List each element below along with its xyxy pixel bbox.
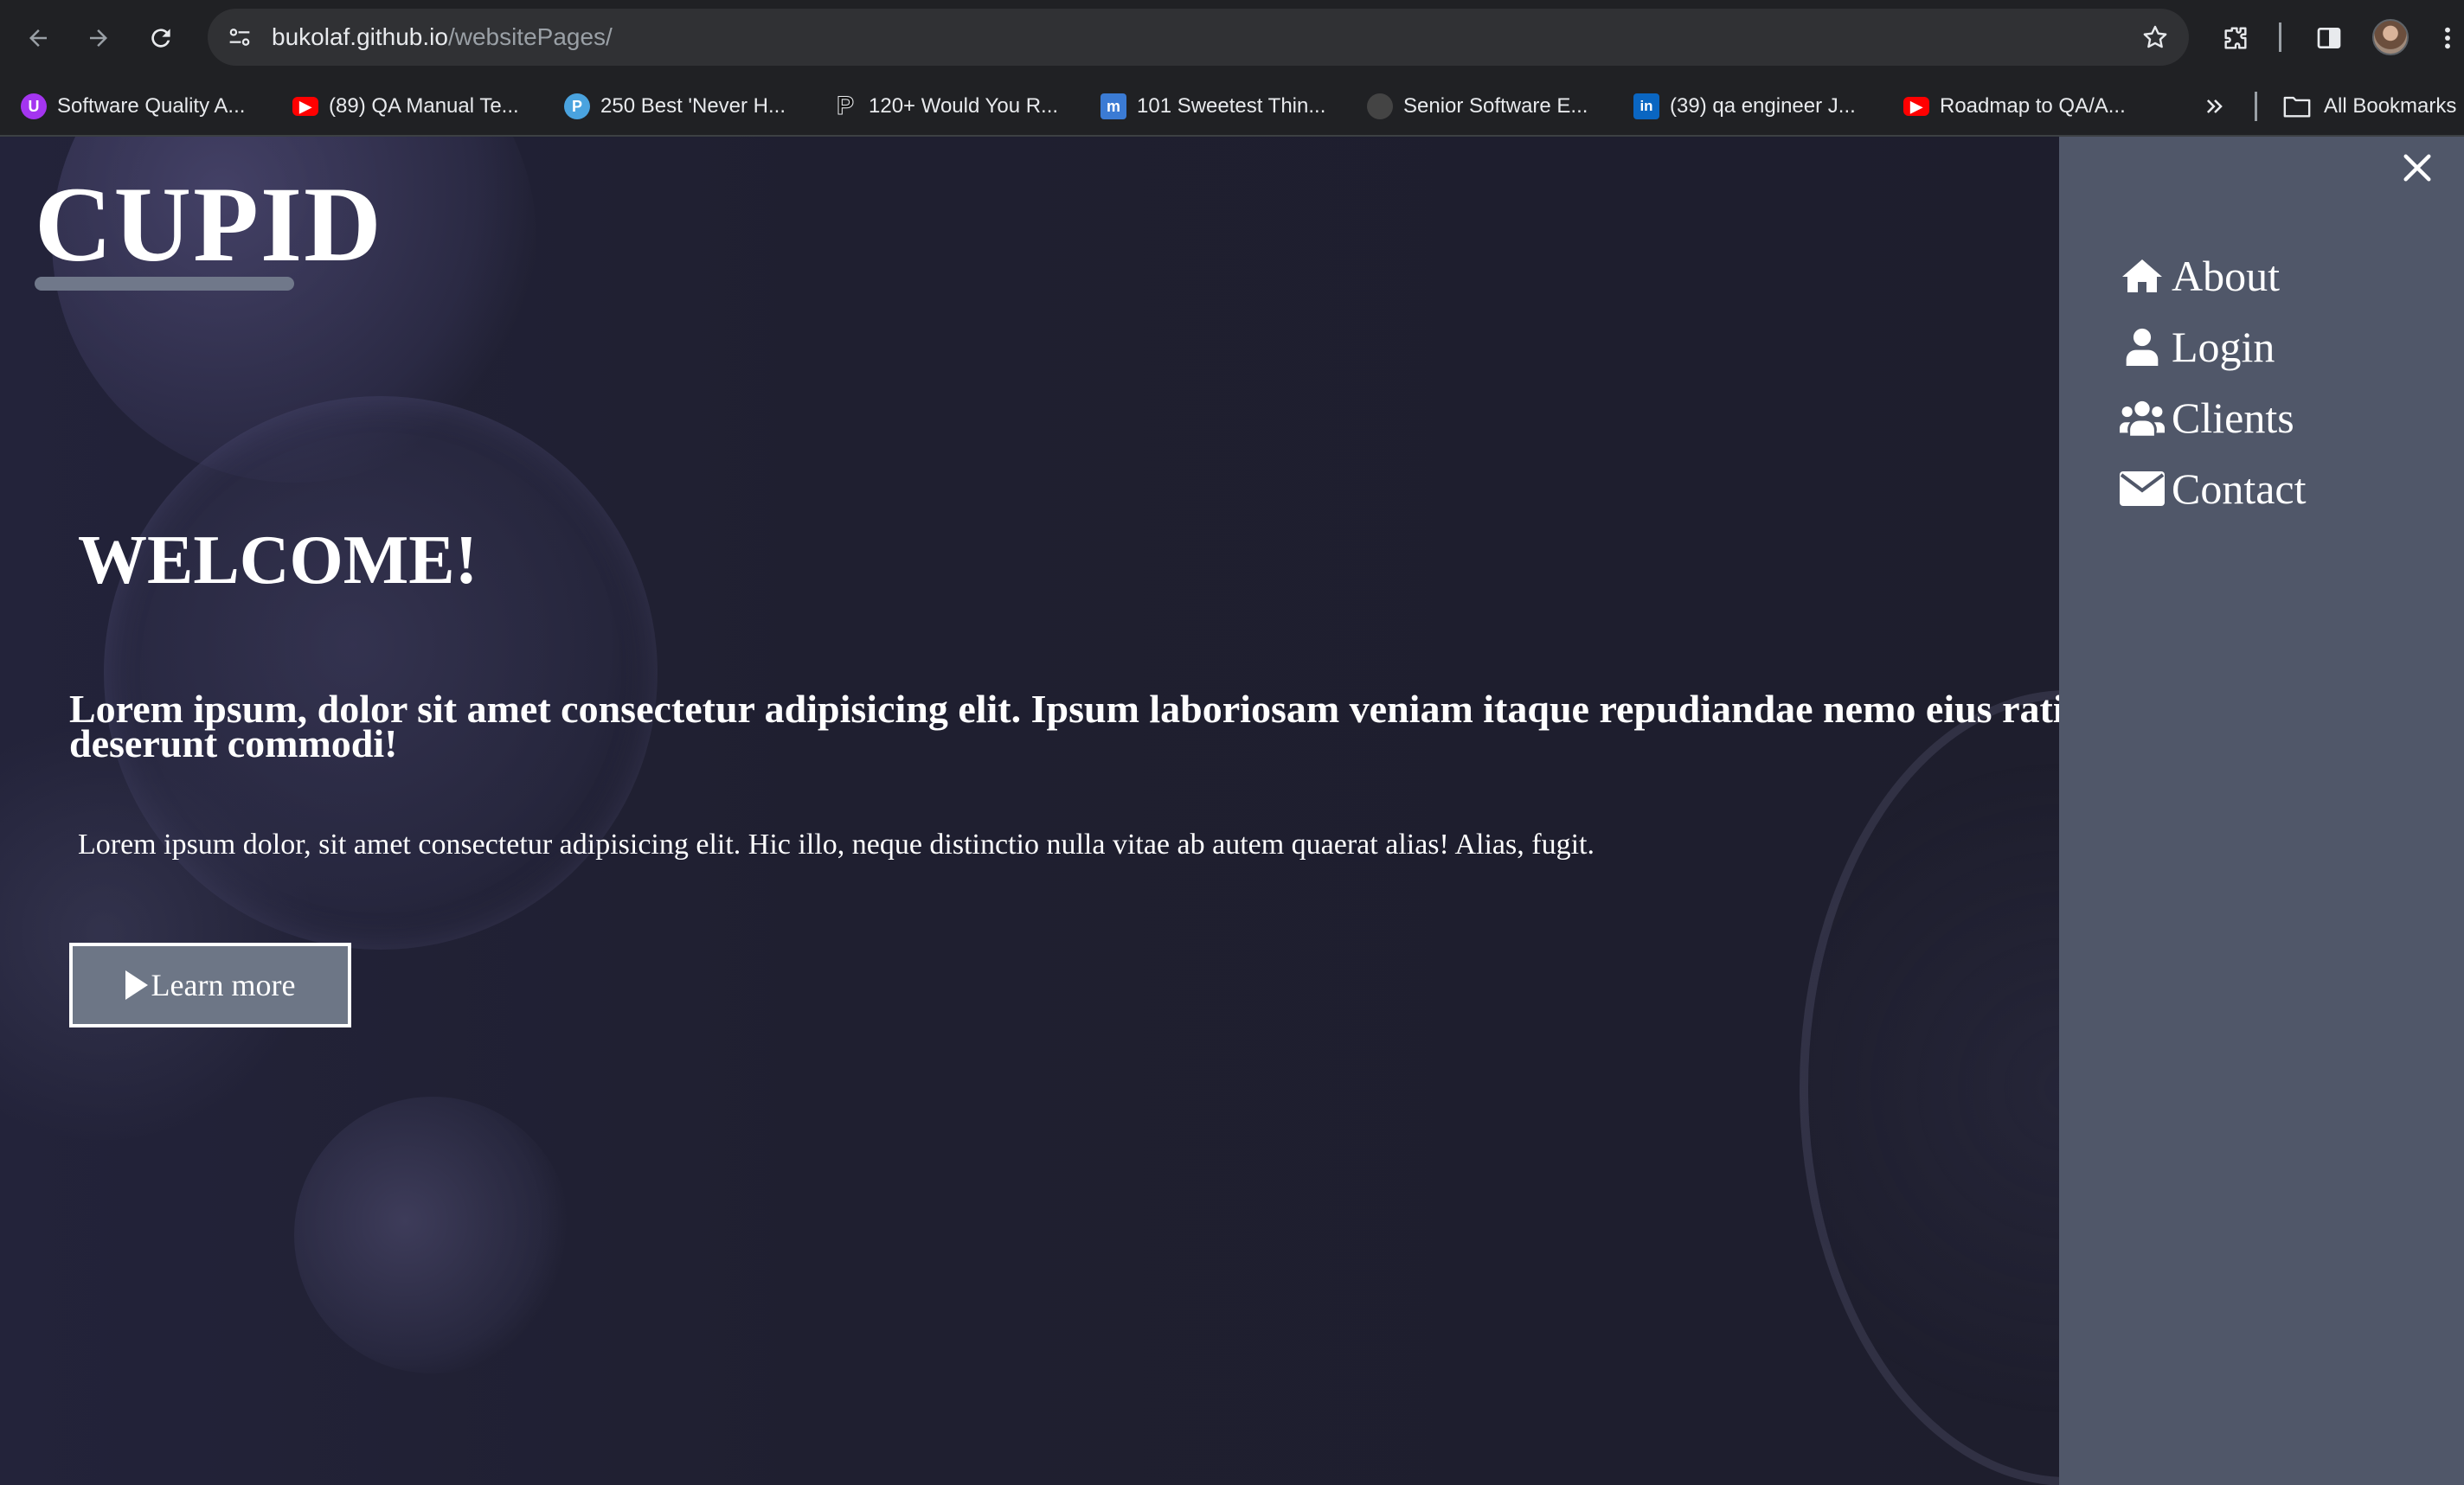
users-icon [2120,396,2165,439]
youtube-icon: ▶ [292,97,318,116]
reload-button[interactable] [142,19,180,57]
udemy-icon: U [21,93,47,119]
hero-section: CUPID WELCOME! Lorem ipsum, dolor sit am… [0,137,2059,1485]
menu-label: Clients [2172,394,2294,442]
play-icon [125,970,148,1000]
site-settings-icon[interactable] [225,22,254,56]
bookmark-label: Software Quality A... [57,94,246,118]
dark-circle-icon [1367,93,1393,119]
chrome-menu-button[interactable] [2435,19,2461,57]
address-bar[interactable]: bukolaf.github.io/websitePages/ [208,9,2189,66]
bookmark-item[interactable]: in (39) qa engineer J... [1633,76,1856,137]
close-menu-button[interactable] [2400,150,2435,185]
user-icon [2120,325,2165,368]
reload-icon [151,29,170,48]
bg-bubble [294,1097,571,1373]
side-panel-button[interactable] [2310,19,2348,57]
profile-avatar[interactable] [2372,19,2409,55]
browser-toolbar: bukolaf.github.io/websitePages/ [0,0,2464,76]
menu-label: Contact [2172,464,2307,513]
double-chevron-right-icon [2206,99,2223,113]
bookmark-label: 101 Sweetest Thin... [1137,94,1326,118]
url-text: bukolaf.github.io/websitePages/ [272,9,613,66]
bookmark-item[interactable]: P 120+ Would You R... [832,76,1058,137]
all-bookmarks-label: All Bookmarks [2324,94,2457,118]
side-panel-icon [2317,28,2341,48]
menu-label: About [2172,252,2280,300]
url-path: /websitePages/ [447,23,613,50]
m-square-icon: m [1100,93,1126,119]
bookmark-item[interactable]: ▶ Roadmap to QA/A... [1903,76,2126,137]
bookmarks-divider [2255,92,2257,121]
bookmark-item[interactable]: Senior Software E... [1367,76,1588,137]
toolbar-divider [2279,22,2281,52]
back-button[interactable] [19,19,57,57]
hero-paragraph: Lorem ipsum dolor, sit amet consectetur … [78,829,1595,861]
welcome-heading: WELCOME! [78,522,478,598]
arrow-right-icon [90,29,107,47]
puzzle-icon [2224,27,2247,49]
all-bookmarks-button[interactable]: All Bookmarks [2282,76,2456,137]
menu-item-contact[interactable]: Contact [2120,464,2307,514]
learn-more-label: Learn more [151,968,296,1002]
bookmark-item[interactable]: ▶ (89) QA Manual Te... [292,76,519,137]
p-letter-icon: P [836,92,854,121]
arrow-left-icon [29,29,47,47]
folder-icon [2283,96,2311,118]
bg-bubble [1800,690,2059,1485]
bookmark-item[interactable]: U Software Quality A... [21,76,245,137]
youtube-icon: ▶ [1903,97,1929,116]
bookmark-item[interactable]: m 101 Sweetest Thin... [1100,76,1325,137]
bookmark-label: Roadmap to QA/A... [1940,94,2126,118]
extensions-button[interactable] [2217,19,2255,57]
linkedin-icon: in [1633,93,1659,119]
logo-underline [35,277,294,291]
url-host: bukolaf.github.io [272,23,448,50]
close-icon [2403,154,2431,182]
bookmark-label: Senior Software E... [1403,94,1588,118]
p-circle-icon: P [564,93,590,119]
bookmark-star-icon[interactable] [2140,22,2170,56]
site-logo[interactable]: CUPID [35,171,383,278]
bookmark-label: 120+ Would You R... [869,94,1059,118]
bookmark-label: (89) QA Manual Te... [329,94,519,118]
menu-item-about[interactable]: About [2120,251,2280,301]
bookmark-label: 250 Best 'Never H... [600,94,786,118]
bookmarks-bar: U Software Quality A... ▶ (89) QA Manual… [0,76,2464,137]
more-bookmarks-button[interactable] [2203,76,2227,137]
menu-label: Login [2172,323,2275,371]
hero-subheading: Lorem ipsum, dolor sit amet consectetur … [69,687,2059,765]
bookmark-item[interactable]: P 250 Best 'Never H... [564,76,786,137]
forward-button[interactable] [80,19,118,57]
bookmark-label: (39) qa engineer J... [1670,94,1856,118]
menu-item-login[interactable]: Login [2120,322,2275,372]
menu-item-clients[interactable]: Clients [2120,393,2294,443]
home-icon [2120,254,2165,298]
learn-more-button[interactable]: Learn more [69,943,351,1027]
more-vertical-icon [2445,27,2450,49]
envelope-icon [2120,467,2165,510]
web-page: CUPID WELCOME! Lorem ipsum, dolor sit am… [0,137,2464,1485]
